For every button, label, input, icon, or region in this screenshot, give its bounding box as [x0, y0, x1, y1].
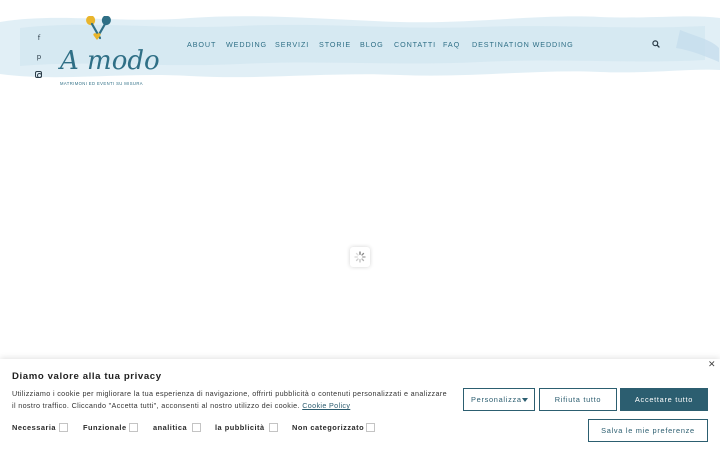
category-label-advertising: la pubblicità [215, 423, 265, 432]
facebook-icon[interactable]: f [34, 33, 44, 43]
category-label-analytics: analitica [153, 423, 188, 432]
category-checkbox-analytics[interactable] [192, 423, 201, 432]
nav-item-storie[interactable]: STORIE [319, 39, 360, 51]
main-navigation: ABOUT WEDDING SERVIZI STORIE BLOG CONTAT… [187, 39, 574, 51]
logo-tagline: MATRIMONI ED EVENTI SU MISURA [60, 81, 143, 86]
close-icon[interactable]: ✕ [708, 361, 716, 370]
category-checkbox-functional[interactable] [129, 423, 138, 432]
site-header: f p A modo MATRIMONI ED EVENTI SU MISURA… [0, 0, 720, 95]
nav-item-servizi[interactable]: SERVIZI [275, 39, 319, 51]
instagram-icon[interactable] [35, 71, 42, 78]
nav-item-destination-wedding[interactable]: DESTINATION WEDDING [472, 39, 574, 51]
cookie-banner-title: Diamo valore alla tua privacy [12, 371, 162, 382]
category-label-functional: Funzionale [83, 423, 127, 432]
customize-button[interactable]: Personalizza [463, 388, 535, 411]
loading-spinner [350, 247, 370, 267]
cookie-banner-text: Utilizziamo i cookie per migliorare la t… [12, 388, 452, 413]
search-icon[interactable] [652, 40, 660, 48]
logo-wordmark: A modo [60, 46, 160, 76]
save-preferences-button[interactable]: Salva le mie preferenze [588, 419, 708, 442]
customize-button-label: Personalizza [471, 395, 522, 404]
category-label-uncategorized: Non categorizzato [292, 423, 365, 432]
caret-down-icon [522, 398, 528, 402]
category-checkbox-uncategorized[interactable] [366, 423, 375, 432]
accept-all-button[interactable]: Accettare tutto [620, 388, 708, 411]
nav-item-faq[interactable]: FAQ [443, 39, 472, 51]
pinterest-icon[interactable]: p [34, 52, 44, 62]
cookie-policy-link[interactable]: Cookie Policy [302, 401, 350, 410]
nav-item-about[interactable]: ABOUT [187, 39, 226, 51]
site-logo[interactable]: A modo MATRIMONI ED EVENTI SU MISURA [58, 12, 160, 86]
category-label-necessary: Necessaria [12, 423, 57, 432]
social-links: f p [34, 33, 44, 78]
category-checkbox-necessary[interactable] [59, 423, 68, 432]
nav-item-contatti[interactable]: CONTATTI [394, 39, 443, 51]
loading-spinner-icon [354, 251, 366, 263]
category-checkbox-advertising[interactable] [269, 423, 278, 432]
nav-item-blog[interactable]: BLOG [360, 39, 394, 51]
cookie-banner-description: Utilizziamo i cookie per migliorare la t… [12, 389, 447, 411]
reject-all-button[interactable]: Rifiuta tutto [539, 388, 617, 411]
nav-item-wedding[interactable]: WEDDING [226, 39, 275, 51]
